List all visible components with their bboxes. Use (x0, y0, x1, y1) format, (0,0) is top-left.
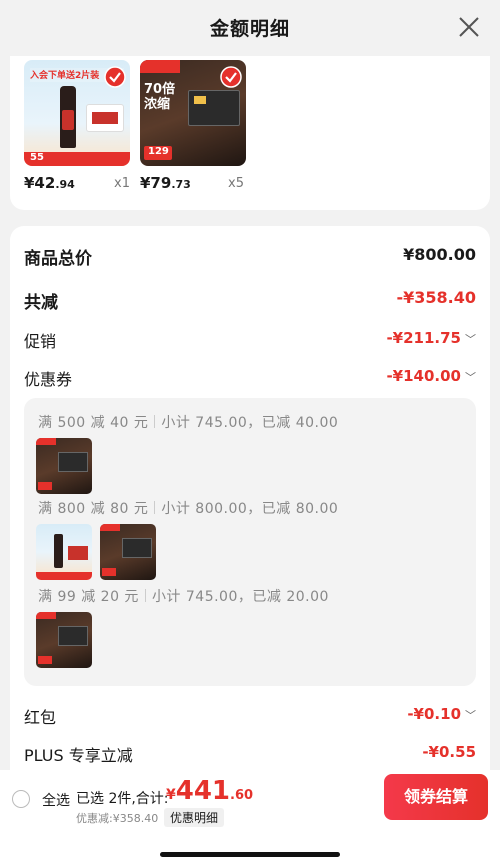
coupon-row[interactable]: -¥140.00 ﹀ (386, 367, 476, 385)
checkmark-icon (104, 66, 126, 88)
discount-detail-link[interactable]: 优惠明细 (164, 808, 225, 827)
coupon-product-thumb (36, 438, 92, 494)
checkout-button[interactable]: 领券结算 (384, 774, 488, 820)
checkmark-icon (220, 66, 242, 88)
product-list: 入会下单送2片装 55 ¥42.94 x1 70倍浓缩 129 ¥79.73 x… (10, 56, 490, 210)
product-price: ¥42.94 (24, 174, 75, 192)
discount-amount: 优惠减:¥358.40 (76, 812, 159, 825)
coupon-rule-line: 满 99 减 20 元小计 745.00，已减 20.00 (38, 589, 329, 605)
total-label: 商品总价 (24, 249, 92, 269)
plus-label: PLUS 专享立减 (24, 746, 133, 765)
plus-value: -¥0.55 (422, 743, 476, 761)
product-badge: 129 (148, 146, 169, 157)
chevron-down-icon: ﹀ (465, 371, 476, 384)
coupon-rule-line: 满 500 减 40 元小计 745.00，已减 40.00 (38, 415, 339, 431)
page-title: 金额明细 (209, 18, 290, 40)
chevron-down-icon: ﹀ (465, 333, 476, 346)
product-image[interactable]: 入会下单送2片装 55 (24, 60, 130, 166)
product-image[interactable]: 70倍浓缩 129 (140, 60, 246, 166)
product-badge: 55 (30, 152, 44, 163)
header: 金额明细 (0, 0, 500, 56)
hongbao-value: -¥0.10 (407, 705, 461, 723)
home-indicator (160, 852, 340, 857)
total-value: ¥800.00 (403, 245, 476, 264)
promo-label: 促销 (24, 332, 57, 351)
coupon-value: -¥140.00 (386, 367, 461, 385)
coupon-product-thumb (36, 612, 92, 668)
selected-count: 已选 2件,合计: (76, 791, 169, 807)
total-price: ¥441.60 (166, 776, 254, 806)
coupon-breakdown: 满 500 减 40 元小计 745.00，已减 40.00 满 800 减 8… (24, 398, 476, 686)
reduce-label: 共减 (24, 293, 58, 313)
product-price: ¥79.73 (140, 174, 191, 192)
checkout-bar: 全选 已选 2件,合计: ¥441.60 优惠减:¥358.40 优惠明细 领券… (0, 770, 500, 865)
coupon-product-thumb (36, 524, 92, 580)
select-all-label[interactable]: 全选 (42, 790, 70, 810)
select-all-checkbox[interactable] (12, 790, 30, 808)
close-icon[interactable] (458, 16, 480, 38)
product-quantity: x5 (228, 176, 244, 191)
promo-row[interactable]: -¥211.75 ﹀ (386, 329, 476, 347)
chevron-down-icon: ﹀ (465, 709, 476, 722)
product-quantity: x1 (114, 176, 130, 191)
reduce-value: -¥358.40 (396, 288, 476, 307)
hongbao-row[interactable]: -¥0.10 ﹀ (407, 705, 476, 723)
hongbao-label: 红包 (24, 708, 57, 727)
amount-summary: 商品总价 ¥800.00 共减 -¥358.40 促销 -¥211.75 ﹀ 优惠… (10, 226, 490, 786)
coupon-label: 优惠券 (24, 370, 73, 389)
product-image-text: 70倍浓缩 (144, 82, 176, 112)
promo-value: -¥211.75 (386, 329, 461, 347)
coupon-product-thumb (100, 524, 156, 580)
coupon-rule-line: 满 800 减 80 元小计 800.00，已减 80.00 (38, 501, 339, 517)
